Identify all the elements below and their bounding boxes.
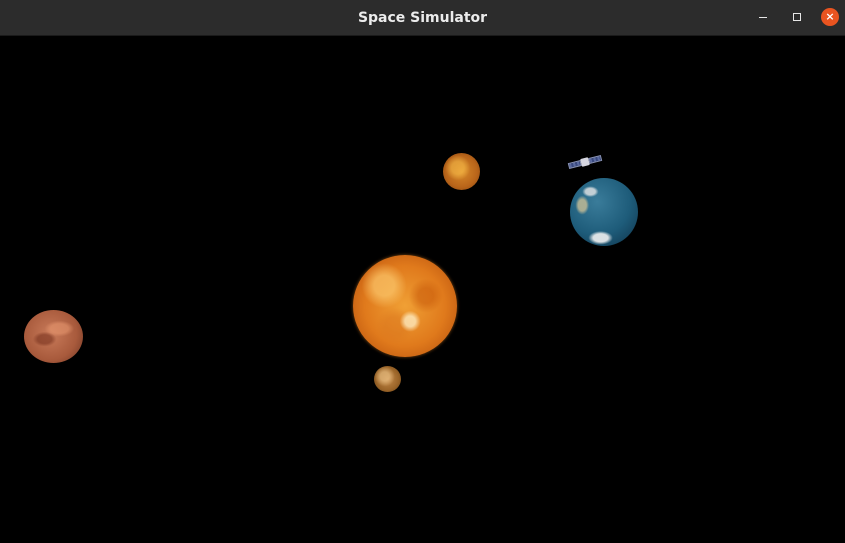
window-title: Space Simulator: [357, 10, 488, 26]
minimize-button[interactable]: [754, 8, 772, 26]
maximize-button[interactable]: [788, 8, 806, 26]
title-bar[interactable]: Space Simulator ×: [0, 0, 845, 36]
earth-planet: [570, 178, 638, 246]
space-viewport[interactable]: [0, 36, 845, 543]
app-window: Space Simulator ×: [0, 0, 845, 543]
satellite-solar-panel: [588, 154, 603, 164]
mars-planet: [24, 310, 83, 363]
close-button[interactable]: ×: [821, 8, 839, 26]
maximize-icon: [793, 13, 801, 21]
minimize-icon: [759, 17, 767, 18]
mercury-planet: [374, 366, 401, 392]
close-icon: ×: [825, 10, 835, 23]
venus-planet: [443, 153, 480, 190]
sun: [353, 255, 457, 357]
satellite: [567, 153, 603, 171]
